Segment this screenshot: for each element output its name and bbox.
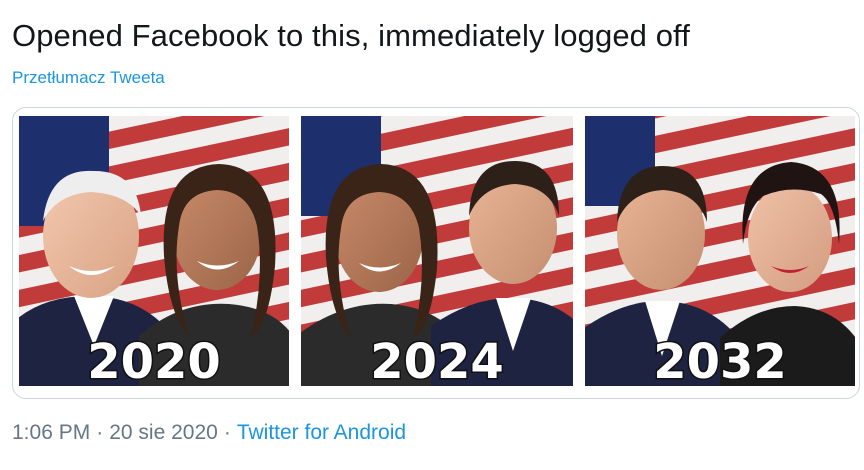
tweet-date[interactable]: 20 sie 2020	[109, 421, 218, 444]
tweet-text: Opened Facebook to this, immediately log…	[12, 18, 690, 53]
panel-year-2024: 2024	[370, 334, 504, 390]
tweet-source-link[interactable]: Twitter for Android	[237, 421, 406, 444]
panel-year-2032: 2032	[653, 334, 787, 390]
tweet-time[interactable]: 1:06 PM	[12, 421, 90, 444]
panel-divider	[573, 116, 585, 392]
tweet-media-card[interactable]: 2020 2024 2032	[12, 107, 860, 399]
panel-year-2020: 2020	[87, 334, 221, 390]
panel-2024: 2024	[296, 116, 586, 392]
panel-2020: 2020	[19, 116, 299, 392]
panel-2032: 2032	[580, 116, 855, 392]
panel-divider	[289, 116, 301, 392]
tweet-footer: 1:06 PM · 20 sie 2020 · Twitter for Android	[12, 421, 406, 445]
collage-image[interactable]: 2020 2024 2032	[19, 116, 855, 392]
translate-tweet-link[interactable]: Przetłumacz Tweeta	[12, 68, 165, 88]
footer-separator: ·	[96, 421, 104, 444]
footer-separator: ·	[223, 421, 231, 444]
